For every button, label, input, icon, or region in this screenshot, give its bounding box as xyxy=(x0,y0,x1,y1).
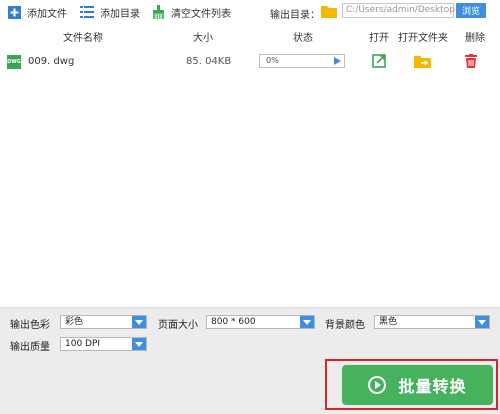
open-folder-icon[interactable] xyxy=(414,54,431,70)
add-file-icon xyxy=(7,5,21,19)
chevron-down-icon xyxy=(132,338,146,350)
bg-color-select-value: 黑色 xyxy=(379,317,398,327)
output-path-input[interactable]: C:/Users/admin/Desktop xyxy=(342,3,455,18)
table-row[interactable]: DWG 009. dwg 85. 04KB 0% xyxy=(0,48,500,76)
progress-bar: 0% xyxy=(259,54,345,68)
header-status: 状态 xyxy=(293,33,313,44)
open-file-icon[interactable] xyxy=(372,54,388,70)
browse-button[interactable]: 浏览 xyxy=(456,3,486,18)
quality-label: 输出质量 xyxy=(10,342,50,353)
table-header: 文件名称 大小 状态 打开 打开文件夹 删除 xyxy=(0,24,500,46)
quality-select[interactable]: 100 DPI xyxy=(60,337,147,351)
delete-icon[interactable] xyxy=(465,54,481,70)
file-size: 85. 04KB xyxy=(186,56,232,67)
clear-list-label: 清空文件列表 xyxy=(171,8,231,20)
options-panel: 输出色彩 彩色 页面大小 800 * 600 背景颜色 黑色 输出质量 100 … xyxy=(0,307,500,359)
broom-icon xyxy=(151,5,165,19)
page-size-select-value: 800 * 600 xyxy=(211,317,256,327)
add-folder-label: 添加目录 xyxy=(100,8,140,20)
chevron-down-icon xyxy=(300,316,314,328)
bg-color-label: 背景颜色 xyxy=(325,320,365,331)
clear-list-button[interactable]: 清空文件列表 xyxy=(151,4,231,20)
page-size-label: 页面大小 xyxy=(158,320,198,331)
header-open-folder: 打开文件夹 xyxy=(398,33,448,44)
bg-color-select[interactable]: 黑色 xyxy=(374,315,490,329)
chevron-down-icon xyxy=(132,316,146,328)
toolbar: 添加文件 添加目录 清空文件列表 输出目录： C:/Users/admin/De… xyxy=(0,0,500,24)
play-icon xyxy=(368,376,387,394)
chevron-down-icon xyxy=(475,316,489,328)
header-open: 打开 xyxy=(369,33,389,44)
color-select[interactable]: 彩色 xyxy=(60,315,147,329)
header-name: 文件名称 xyxy=(63,33,103,44)
output-dir-label: 输出目录： xyxy=(270,10,320,21)
add-file-label: 添加文件 xyxy=(27,8,67,20)
list-icon xyxy=(80,5,94,19)
page-size-select[interactable]: 800 * 600 xyxy=(206,315,315,329)
folder-icon[interactable] xyxy=(321,5,337,18)
color-label: 输出色彩 xyxy=(10,320,50,331)
play-icon xyxy=(334,57,341,65)
color-select-value: 彩色 xyxy=(65,317,84,327)
add-folder-button[interactable]: 添加目录 xyxy=(80,4,140,20)
add-file-button[interactable]: 添加文件 xyxy=(7,4,67,20)
header-size: 大小 xyxy=(193,33,213,44)
dwg-file-icon: DWG xyxy=(7,55,21,69)
batch-convert-label: 批量转换 xyxy=(398,377,467,396)
quality-select-value: 100 DPI xyxy=(65,339,101,349)
progress-text: 0% xyxy=(266,56,279,65)
header-delete: 删除 xyxy=(465,33,485,44)
file-name: 009. dwg xyxy=(28,56,75,67)
batch-convert-button[interactable]: 批量转换 xyxy=(342,365,493,405)
